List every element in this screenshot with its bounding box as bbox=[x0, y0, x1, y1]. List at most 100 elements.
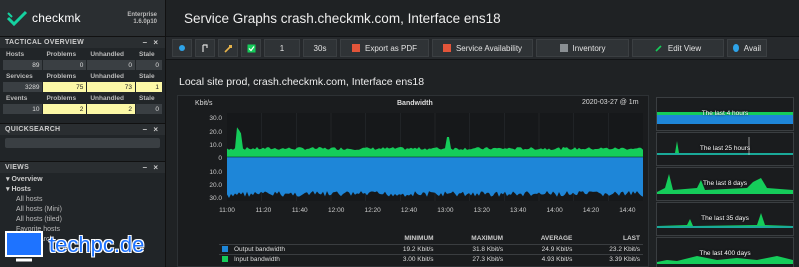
output-max: 31.8 Kbit/s bbox=[436, 244, 507, 255]
legend-max-header: MAXIMUM bbox=[471, 235, 504, 242]
thumbnail-last-25-hours[interactable]: The last 25 hours bbox=[656, 132, 794, 166]
hosts-problems[interactable]: 0 bbox=[43, 60, 87, 70]
service-availability-button[interactable]: Service Availability bbox=[432, 39, 533, 57]
search-button[interactable] bbox=[172, 39, 192, 57]
availability-button[interactable]: Avail bbox=[727, 39, 767, 57]
availability-icon bbox=[442, 44, 451, 52]
stale-header: Stale bbox=[139, 72, 155, 80]
output-avg: 24.9 Kbit/s bbox=[506, 244, 576, 255]
thumbnail-label: The last 4 hours bbox=[701, 110, 749, 117]
thumbnail-last-4-hours[interactable]: The last 4 hours bbox=[656, 97, 794, 131]
logo-bar: checkmk Enterprise 1.6.0p10 bbox=[0, 0, 165, 36]
x-tick-label: 11:00 bbox=[219, 207, 235, 214]
thumbnail-last-400-days[interactable]: The last 400 days bbox=[656, 237, 794, 267]
hosts-unhandled[interactable]: 0 bbox=[87, 60, 136, 70]
pencil-icon bbox=[655, 45, 662, 52]
services-problems[interactable]: 75 bbox=[43, 82, 87, 92]
events-stale[interactable]: 0 bbox=[136, 104, 162, 114]
tactical-overview-header[interactable]: TACTICAL OVERVIEW – × bbox=[0, 36, 165, 48]
legend-input-name: Input bandwidth bbox=[219, 254, 369, 265]
bandwidth-plot[interactable] bbox=[227, 113, 643, 201]
y-tick-label: 20.0 bbox=[209, 182, 222, 189]
legend-output-name: Output bandwidth bbox=[219, 244, 369, 255]
views-header[interactable]: VIEWS – × bbox=[0, 161, 165, 173]
legend-avg-header: AVERAGE bbox=[540, 235, 573, 242]
x-tick-label: 11:20 bbox=[255, 207, 272, 214]
input-max: 27.3 Kbit/s bbox=[436, 254, 507, 265]
x-tick-label: 13:40 bbox=[510, 207, 527, 214]
snapin-controls[interactable]: – × bbox=[143, 125, 160, 134]
hosts-stale[interactable]: 0 bbox=[136, 60, 162, 70]
problems-header: Problems bbox=[46, 94, 77, 102]
y-tick-label: 0 bbox=[218, 155, 222, 162]
edit-view-label: Edit View bbox=[667, 43, 702, 53]
watermark-text: techpc.de bbox=[49, 232, 145, 257]
views-overview-folder[interactable]: ▾ Overview bbox=[0, 175, 165, 185]
y-tick-label: 10.0 bbox=[209, 142, 222, 149]
events-total[interactable]: 10 bbox=[3, 104, 43, 114]
filter-icon bbox=[201, 43, 208, 52]
services-unhandled[interactable]: 73 bbox=[87, 82, 136, 92]
y-tick-label: 30.0 bbox=[209, 115, 222, 122]
toolbar: 1 30s Export as PDF Service Availability… bbox=[166, 36, 799, 60]
checkbox-icon bbox=[247, 44, 255, 52]
events-problems[interactable]: 2 bbox=[43, 104, 87, 114]
page-title: Service Graphs crash.checkmk.com, Interf… bbox=[184, 10, 501, 26]
edition-label: Enterprise 1.6.0p10 bbox=[127, 12, 157, 26]
views-title: VIEWS bbox=[5, 164, 30, 171]
inventory-icon bbox=[559, 44, 568, 52]
inventory-label: Inventory bbox=[572, 43, 606, 53]
problems-header: Problems bbox=[46, 50, 77, 58]
stale-header: Stale bbox=[139, 94, 155, 102]
thumbnail-label: The last 25 hours bbox=[699, 145, 751, 152]
y-tick-label: 30.0 bbox=[209, 195, 222, 202]
export-pdf-label: Export as PDF bbox=[364, 43, 417, 53]
output-swatch bbox=[222, 246, 228, 252]
thumbnail-last-8-days[interactable]: The last 8 days bbox=[656, 167, 794, 201]
graph-timerange-thumbnails: The last 4 hours The last 25 hours The l… bbox=[653, 95, 798, 267]
x-tick-label: 12:40 bbox=[400, 207, 418, 214]
legend-row-input: Input bandwidth 3.00 Kbit/s 27.3 Kbit/s … bbox=[219, 254, 643, 265]
thumbnail-last-35-days[interactable]: The last 35 days bbox=[656, 202, 794, 236]
events-unhandled[interactable]: 2 bbox=[87, 104, 136, 114]
x-tick-label: 11:40 bbox=[291, 207, 308, 214]
tactical-overview-table: Hosts Problems Unhandled Stale 89 0 0 0 Servic… bbox=[2, 48, 163, 115]
graph-unit-label: Kbit/s bbox=[195, 100, 213, 107]
output-name-label: Output bandwidth bbox=[234, 246, 285, 253]
hammer-icon bbox=[223, 44, 232, 53]
commands-button[interactable] bbox=[218, 39, 238, 57]
unhandled-header: Unhandled bbox=[90, 50, 124, 58]
checkbox-button[interactable] bbox=[241, 39, 261, 57]
x-tick-label: 14:00 bbox=[546, 207, 563, 214]
view-link-all-hosts-mini[interactable]: All hosts (Mini) bbox=[0, 205, 165, 215]
quicksearch-header[interactable]: QUICKSEARCH – × bbox=[0, 123, 165, 135]
inventory-button[interactable]: Inventory bbox=[536, 39, 629, 57]
legend-name-header bbox=[219, 233, 369, 245]
unhandled-header: Unhandled bbox=[90, 72, 124, 80]
refresh-interval-button[interactable]: 30s bbox=[303, 39, 337, 57]
snapin-controls[interactable]: – × bbox=[143, 38, 160, 47]
hosts-total[interactable]: 89 bbox=[3, 60, 43, 70]
export-pdf-button[interactable]: Export as PDF bbox=[340, 39, 429, 57]
x-tick-label: 14:40 bbox=[619, 207, 636, 214]
services-stale[interactable]: 1 bbox=[136, 82, 162, 92]
legend-row-output: Output bandwidth 19.2 Kbit/s 31.8 Kbit/s… bbox=[219, 244, 643, 255]
input-avg: 4.93 Kbit/s bbox=[506, 254, 576, 265]
input-last: 3.39 Kbit/s bbox=[575, 254, 643, 265]
service-availability-label: Service Availability bbox=[455, 43, 523, 53]
thumbnail-label: The last 35 days bbox=[701, 215, 749, 222]
view-link-all-hosts[interactable]: All hosts bbox=[0, 195, 165, 205]
services-total[interactable]: 3289 bbox=[3, 82, 43, 92]
y-tick-label: 20.0 bbox=[209, 129, 222, 136]
output-min: 19.2 Kbit/s bbox=[369, 244, 437, 255]
quicksearch-input[interactable] bbox=[5, 138, 160, 148]
checkmk-logo-icon[interactable] bbox=[6, 9, 28, 27]
hosts-header: Hosts bbox=[6, 50, 25, 58]
edit-view-button[interactable]: Edit View bbox=[632, 39, 724, 57]
views-hosts-folder[interactable]: ▾ Hosts bbox=[0, 185, 165, 195]
timerange-count-button[interactable]: 1 bbox=[264, 39, 300, 57]
filter-button[interactable] bbox=[195, 39, 215, 57]
graph-legend-table: MINIMUM MAXIMUM AVERAGE LAST Output band… bbox=[219, 233, 643, 265]
globe-icon bbox=[733, 44, 739, 52]
snapin-controls[interactable]: – × bbox=[143, 163, 160, 172]
